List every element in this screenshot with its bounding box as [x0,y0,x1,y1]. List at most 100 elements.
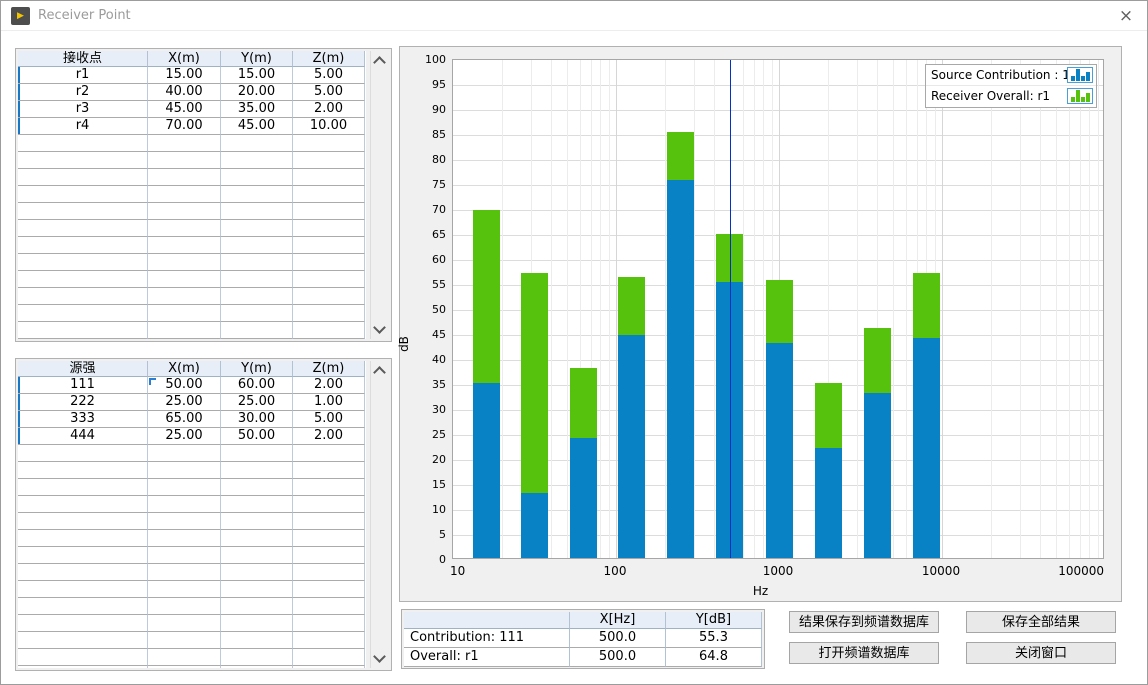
table-cell[interactable]: 222 [18,394,148,411]
empty-table-cell[interactable] [18,581,148,598]
table-cell[interactable]: 45.00 [148,101,221,118]
table-cell[interactable]: 25.00 [148,394,221,411]
empty-table-cell[interactable] [221,186,293,203]
empty-table-cell[interactable] [221,649,293,666]
table-cell[interactable]: 333 [18,411,148,428]
empty-table-cell[interactable] [221,271,293,288]
empty-table-cell[interactable] [148,271,221,288]
empty-table-cell[interactable] [221,152,293,169]
cursor-table-cell[interactable]: 55.3 [666,629,762,648]
empty-table-cell[interactable] [293,615,365,632]
empty-table-cell[interactable] [221,598,293,615]
empty-table-cell[interactable] [293,530,365,547]
plot-area[interactable]: Source Contribution : 111 Receiver Overa… [452,59,1104,559]
empty-table-cell[interactable] [148,322,221,339]
cursor-line[interactable] [730,60,731,558]
empty-table-cell[interactable] [293,581,365,598]
table-cell[interactable]: 30.00 [221,411,293,428]
table-cell[interactable]: 25.00 [148,428,221,445]
save-all-results-button[interactable]: 保存全部结果 [966,611,1116,633]
empty-table-cell[interactable] [221,496,293,513]
empty-table-cell[interactable] [221,581,293,598]
empty-table-cell[interactable] [221,564,293,581]
table-cell[interactable]: 111 [18,377,148,394]
empty-table-cell[interactable] [221,666,293,668]
empty-table-cell[interactable] [18,288,148,305]
cursor-table-cell[interactable]: Contribution: 111 [404,629,570,648]
empty-table-cell[interactable] [18,322,148,339]
empty-table-cell[interactable] [221,288,293,305]
empty-table-cell[interactable] [18,666,148,668]
cursor-table-cell[interactable]: 64.8 [666,648,762,667]
empty-table-cell[interactable] [293,632,365,649]
empty-table-cell[interactable] [148,564,221,581]
table-cell[interactable]: 2.00 [293,428,365,445]
empty-table-cell[interactable] [221,462,293,479]
table-cell[interactable]: r3 [18,101,148,118]
empty-table-cell[interactable] [18,462,148,479]
empty-table-cell[interactable] [221,169,293,186]
close-window-button[interactable]: 关闭窗口 [966,642,1116,664]
empty-table-cell[interactable] [18,598,148,615]
scroll-up-icon[interactable] [373,56,386,69]
empty-table-cell[interactable] [148,615,221,632]
empty-table-cell[interactable] [293,203,365,220]
cursor-table-cell[interactable]: 500.0 [570,648,666,667]
table-cell[interactable]: 20.00 [221,84,293,101]
table-cell[interactable]: 50.00 [148,377,221,394]
table-cell[interactable]: 40.00 [148,84,221,101]
empty-table-cell[interactable] [18,254,148,271]
table-cell[interactable]: 10.00 [293,118,365,135]
empty-table-cell[interactable] [221,547,293,564]
empty-table-cell[interactable] [293,649,365,666]
empty-table-cell[interactable] [293,479,365,496]
table-cell[interactable]: 2.00 [293,377,365,394]
empty-table-cell[interactable] [148,496,221,513]
empty-table-cell[interactable] [293,322,365,339]
empty-table-cell[interactable] [293,598,365,615]
scroll-down-icon[interactable] [373,650,386,663]
empty-table-cell[interactable] [148,135,221,152]
empty-table-cell[interactable] [293,288,365,305]
empty-table-cell[interactable] [293,169,365,186]
scroll-down-icon[interactable] [373,321,386,334]
legend-item-contribution[interactable]: Source Contribution : 111 [926,65,1096,86]
empty-table-cell[interactable] [293,271,365,288]
table-cell[interactable]: 15.00 [221,67,293,84]
empty-table-cell[interactable] [18,305,148,322]
empty-table-cell[interactable] [293,135,365,152]
empty-table-cell[interactable] [148,237,221,254]
empty-table-cell[interactable] [293,547,365,564]
empty-table-cell[interactable] [18,135,148,152]
empty-table-cell[interactable] [293,152,365,169]
empty-table-cell[interactable] [18,237,148,254]
empty-table-cell[interactable] [221,305,293,322]
table-cell[interactable]: 45.00 [221,118,293,135]
empty-table-cell[interactable] [18,564,148,581]
empty-table-cell[interactable] [18,615,148,632]
empty-table-cell[interactable] [18,169,148,186]
empty-table-cell[interactable] [148,513,221,530]
empty-table-cell[interactable] [18,632,148,649]
empty-table-cell[interactable] [18,271,148,288]
cursor-table-cell[interactable]: Overall: r1 [404,648,570,667]
empty-table-cell[interactable] [148,203,221,220]
empty-table-cell[interactable] [293,666,365,668]
empty-table-cell[interactable] [148,186,221,203]
empty-table-cell[interactable] [293,237,365,254]
scroll-up-icon[interactable] [373,366,386,379]
empty-table-cell[interactable] [18,186,148,203]
table-cell[interactable]: 1.00 [293,394,365,411]
empty-table-cell[interactable] [18,649,148,666]
table-cell[interactable]: 60.00 [221,377,293,394]
empty-table-cell[interactable] [18,530,148,547]
table-cell[interactable]: 50.00 [221,428,293,445]
empty-table-cell[interactable] [148,288,221,305]
empty-table-cell[interactable] [18,513,148,530]
empty-table-cell[interactable] [221,135,293,152]
table-cell[interactable]: 5.00 [293,84,365,101]
empty-table-cell[interactable] [293,445,365,462]
table-cell[interactable]: 15.00 [148,67,221,84]
empty-table-cell[interactable] [293,305,365,322]
table-cell[interactable]: r2 [18,84,148,101]
